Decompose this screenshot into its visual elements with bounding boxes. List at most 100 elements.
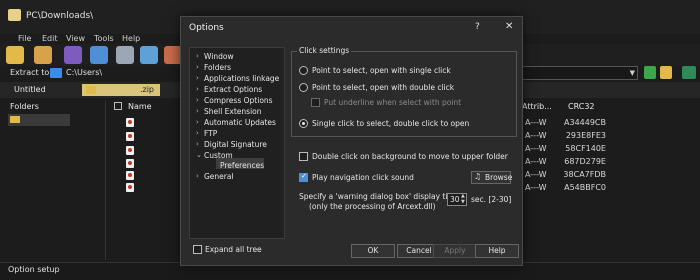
play-sound-checkbox[interactable]: [299, 172, 308, 182]
menu-help[interactable]: Help: [122, 34, 140, 43]
tree-item-label: Folders: [204, 63, 232, 72]
extract-icon[interactable]: [90, 46, 108, 64]
tree-item-label: Compress Options: [204, 96, 273, 105]
attrib-cell: A---W: [525, 183, 547, 192]
tree-item-digital-signature[interactable]: › Digital Signature: [196, 140, 267, 149]
tree-item-label: Window: [204, 52, 234, 61]
chevron-right-icon[interactable]: ›: [196, 107, 199, 115]
help-icon[interactable]: ?: [475, 22, 480, 32]
browse-folder-icon[interactable]: [660, 66, 672, 79]
radio-single-click-label: Point to select, open with single click: [312, 66, 451, 75]
radio-single-select-double-open[interactable]: [299, 119, 308, 128]
extract-path[interactable]: C:\Users\: [66, 68, 102, 77]
tree-item-custom[interactable]: ⌄ Custom: [196, 151, 233, 160]
attrib-cell: A---W: [525, 131, 547, 140]
underline-checkbox[interactable]: [311, 98, 320, 107]
crc-column-header[interactable]: CRC32: [568, 102, 595, 111]
tree-item-automatic-updates[interactable]: › Automatic Updates: [196, 118, 276, 127]
chevron-right-icon[interactable]: ›: [196, 129, 199, 137]
tree-item-label: General: [204, 172, 234, 181]
crc-cell: 58CF140E: [565, 144, 606, 153]
folders-header: Folders: [10, 102, 39, 111]
tree-item-preferences[interactable]: Preferences: [220, 161, 264, 170]
radio-single-select-double-open-label: Single click to select, double click to …: [312, 119, 470, 128]
click-settings-legend: Click settings: [297, 46, 352, 55]
ok-button[interactable]: OK: [351, 244, 395, 258]
extract-to-label: Extract to: [10, 68, 50, 77]
chevron-down-icon[interactable]: ⌄: [196, 151, 202, 159]
file-icon[interactable]: [126, 183, 134, 192]
crc-cell: 293E8FE3: [565, 131, 606, 140]
chevron-right-icon[interactable]: ›: [196, 96, 199, 104]
tree-item-label: FTP: [204, 129, 218, 138]
crc-cell: 38CA7FDB: [563, 170, 606, 179]
chevron-right-icon[interactable]: ›: [196, 140, 199, 148]
menu-tools[interactable]: Tools: [94, 34, 114, 43]
name-column-header[interactable]: Name: [128, 102, 152, 111]
expand-all-label: Expand all tree: [205, 245, 262, 254]
chevron-right-icon[interactable]: ›: [196, 118, 199, 126]
radio-double-click[interactable]: [299, 83, 308, 92]
go-arrow-icon[interactable]: [644, 66, 656, 79]
test-icon[interactable]: [116, 46, 134, 64]
open-folder-icon[interactable]: [34, 46, 52, 64]
warning-time-value[interactable]: 30: [450, 195, 460, 204]
expand-all-checkbox[interactable]: [193, 245, 202, 254]
chevron-right-icon[interactable]: ›: [196, 52, 199, 60]
view-icon[interactable]: [140, 46, 158, 64]
app-folder-icon: [8, 9, 21, 21]
chevron-right-icon[interactable]: ›: [196, 63, 199, 71]
chevron-down-icon[interactable]: ▼: [630, 69, 635, 77]
close-icon[interactable]: ✕: [505, 21, 513, 32]
file-icon[interactable]: [126, 118, 134, 127]
crc-cell: A34449CB: [564, 118, 606, 127]
add-files-icon[interactable]: [64, 46, 82, 64]
status-text: Option setup: [8, 265, 60, 274]
path-combobox[interactable]: ▼: [520, 66, 638, 80]
select-all-checkbox[interactable]: [114, 102, 122, 110]
drive-icon: [50, 68, 62, 78]
help-button[interactable]: Help: [475, 244, 519, 258]
tree-item-window[interactable]: › Window: [196, 52, 234, 61]
attrib-cell: A---W: [525, 118, 547, 127]
tree-item-shell-extension[interactable]: › Shell Extension: [196, 107, 262, 116]
double-click-background-checkbox[interactable]: [299, 152, 308, 161]
file-icon[interactable]: [126, 159, 134, 168]
spinner-arrows-icon[interactable]: ▲ ▼: [461, 193, 465, 205]
menu-edit[interactable]: Edit: [42, 34, 58, 43]
chevron-right-icon[interactable]: ›: [196, 85, 199, 93]
menu-file[interactable]: File: [18, 34, 31, 43]
attrib-cell: A---W: [525, 144, 547, 153]
dialog-title: Options: [189, 23, 224, 33]
apply-button[interactable]: Apply: [433, 244, 477, 258]
tree-item-ftp[interactable]: › FTP: [196, 129, 217, 138]
tree-item-label: Extract Options: [204, 85, 263, 94]
options-dialog: Options ? ✕ › Window › Folders › Applicatio…: [180, 16, 523, 266]
tree-item-extract-options[interactable]: › Extract Options: [196, 85, 262, 94]
file-icon[interactable]: [126, 171, 134, 180]
tree-item-label: Shell Extension: [204, 107, 262, 116]
attrib-cell: A---W: [525, 170, 547, 179]
tree-item-label: Digital Signature: [204, 140, 267, 149]
file-icon[interactable]: [126, 146, 134, 155]
chevron-right-icon[interactable]: ›: [196, 74, 199, 82]
attrib-column-header[interactable]: Attrib...: [522, 102, 552, 111]
tree-item-applications-linkage[interactable]: › Applications linkage: [196, 74, 279, 83]
underline-label: Put underline when select with point: [324, 98, 462, 107]
menu-view[interactable]: View: [66, 34, 85, 43]
tree-item-label: Applications linkage: [204, 74, 280, 83]
music-note-icon: ♫: [474, 172, 482, 181]
tab-untitled[interactable]: Untitled: [14, 85, 46, 94]
file-icon[interactable]: [126, 132, 134, 141]
double-click-background-label: Double click on background to move to up…: [312, 152, 508, 161]
folder-icon: [10, 116, 20, 123]
tree-item-compress-options[interactable]: › Compress Options: [196, 96, 273, 105]
tree-item-folders[interactable]: › Folders: [196, 63, 231, 72]
up-folder-icon[interactable]: [682, 66, 696, 79]
tree-item-general[interactable]: › General: [196, 172, 234, 181]
play-sound-label: Play navigation click sound: [312, 173, 414, 182]
new-archive-icon[interactable]: [6, 46, 24, 64]
radio-single-click[interactable]: [299, 66, 308, 75]
chevron-right-icon[interactable]: ›: [196, 172, 199, 180]
warning-time-label: Specify a 'warning dialog box' display t…: [299, 192, 460, 201]
